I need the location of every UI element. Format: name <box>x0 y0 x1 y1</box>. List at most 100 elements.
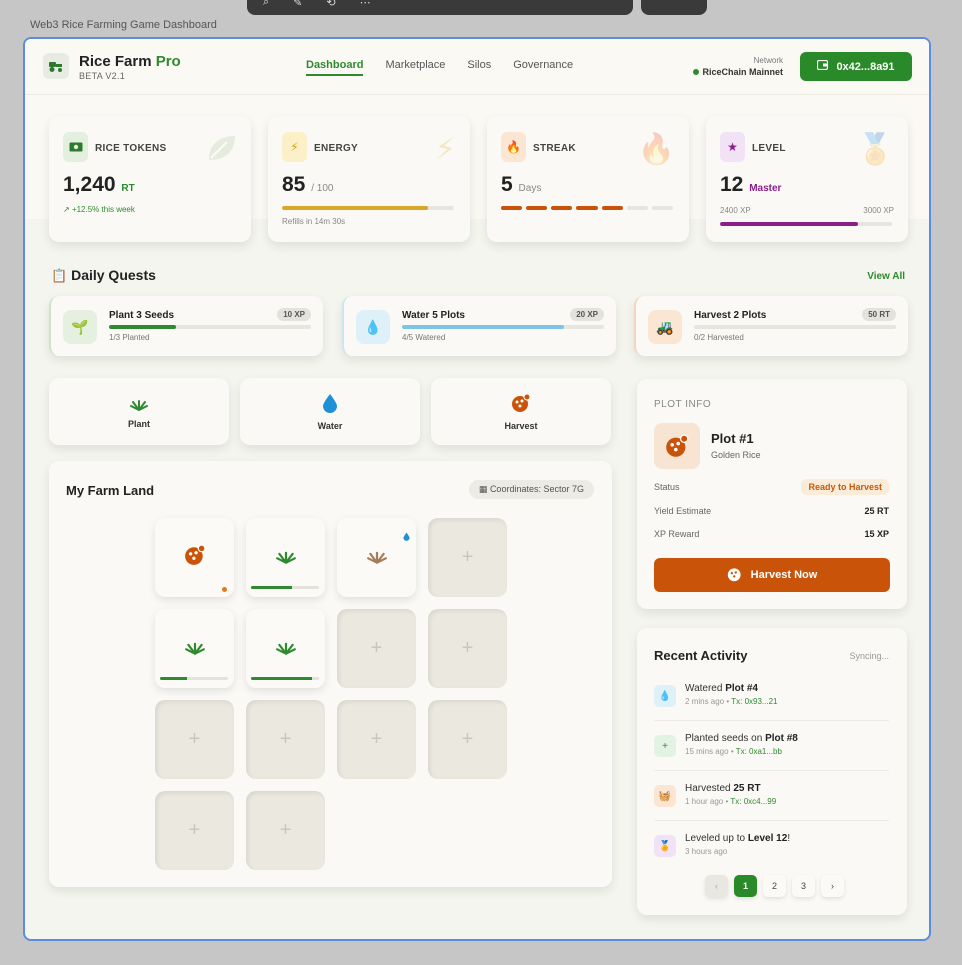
water-action-button[interactable]: Water <box>240 378 420 445</box>
farm-plot[interactable]: + <box>246 700 325 779</box>
activity-meta: 1 hour ago • Tx: 0xc4...99 <box>685 797 777 806</box>
stat-card-tokens: RICE TOKENS 1,240 RT ↗ +12.5% this week <box>49 116 251 242</box>
harvest-action-button[interactable]: Harvest <box>431 378 611 445</box>
tractor-icon <box>43 53 69 79</box>
medal-icon: 🏅 <box>654 835 676 857</box>
activity-text: Planted seeds on Plot #8 <box>685 733 798 744</box>
farm-plot[interactable]: + <box>337 700 416 779</box>
farm-plot[interactable]: + <box>155 700 234 779</box>
plant-action-button[interactable]: Plant <box>49 378 229 445</box>
tx-link[interactable]: Tx: 0xc4...99 <box>730 797 776 806</box>
xp-row: XP Reward 15 XP <box>654 529 889 539</box>
streak-segment <box>626 206 648 210</box>
browser-toolbar-extra <box>641 0 707 15</box>
activity-item: 🧺 Harvested 25 RT 1 hour ago • Tx: 0xc4...… <box>654 781 889 821</box>
water-drop-icon: 💧 <box>654 685 676 707</box>
streak-segment <box>501 206 523 210</box>
farm-plot[interactable] <box>246 518 325 597</box>
plus-icon: + <box>188 728 201 750</box>
status-badge: Ready to Harvest <box>801 479 889 495</box>
network-label: Network <box>753 56 783 65</box>
action-label: Plant <box>127 418 150 429</box>
quest-reward: 20 XP <box>570 308 604 321</box>
prev-page-button[interactable]: ‹ <box>705 875 728 897</box>
clipboard-icon: 📋 <box>51 268 68 283</box>
version-label: BETA V2.1 <box>79 71 126 81</box>
page-button[interactable]: 2 <box>763 875 786 897</box>
plot-info-label: PLOT INFO <box>654 399 712 410</box>
quest-name: Plant 3 Seeds <box>109 310 175 321</box>
star-icon: ★ <box>720 132 745 162</box>
activity-meta: 15 mins ago • Tx: 0xa1...bb <box>685 747 782 756</box>
flame-icon: 🔥 <box>637 133 675 166</box>
main-nav: Dashboard Marketplace Silos Governance <box>306 59 573 76</box>
activity-item: 💧 Watered Plot #4 2 mins ago • Tx: 0x93...… <box>654 681 889 721</box>
brand-title: Rice Farm Pro <box>79 53 181 70</box>
wallet-button[interactable]: 0x42...8a91 <box>800 52 912 81</box>
streak-segment <box>576 206 598 210</box>
activity-text: Leveled up to Level 12! <box>685 833 791 844</box>
plus-icon: + <box>461 546 474 568</box>
wallet-icon <box>817 59 829 73</box>
quest-progress-bar <box>109 325 311 329</box>
plant-icon <box>366 546 388 570</box>
energy-bar <box>282 206 454 210</box>
quest-card[interactable]: 💧 Water 5 Plots 20 XP 4/5 Watered <box>342 296 616 356</box>
plot-info-panel: PLOT INFO Plot #1 Golden Rice Status Rea… <box>637 379 907 609</box>
pagination: ‹ 1 2 3 › <box>705 875 844 897</box>
activity-meta: 2 mins ago • Tx: 0x93...21 <box>685 697 778 706</box>
farm-plot[interactable]: + <box>428 609 507 688</box>
nav-silos[interactable]: Silos <box>467 59 491 76</box>
action-label: Harvest <box>504 420 538 431</box>
nav-marketplace[interactable]: Marketplace <box>385 59 445 76</box>
quest-progress-text: 0/2 Harvested <box>694 333 744 342</box>
quest-progress-text: 1/3 Planted <box>109 333 150 342</box>
farm-plot[interactable]: + <box>246 791 325 870</box>
nav-governance[interactable]: Governance <box>513 59 573 76</box>
nav-dashboard[interactable]: Dashboard <box>306 59 364 76</box>
app-header: Rice Farm Pro BETA V2.1 Dashboard Market… <box>25 39 929 95</box>
xp-next: 3000 XP <box>863 206 894 215</box>
next-page-button[interactable]: › <box>821 875 844 897</box>
xp-current: 2400 XP <box>720 206 751 215</box>
grid-icon: ▦ <box>478 484 488 494</box>
tx-link[interactable]: Tx: 0x93...21 <box>731 697 777 706</box>
stat-label: STREAK <box>533 143 576 154</box>
view-all-link[interactable]: View All <box>867 271 905 282</box>
farm-plot[interactable]: + <box>428 700 507 779</box>
farm-plot[interactable] <box>155 609 234 688</box>
quest-reward: 50 RT <box>862 308 896 321</box>
farm-plot[interactable] <box>155 518 234 597</box>
streak-segments <box>501 206 673 210</box>
tractor-icon: 🚜 <box>648 310 682 344</box>
medal-icon: 🏅 <box>856 133 894 166</box>
farm-plot[interactable] <box>337 518 416 597</box>
water-drop-icon <box>322 393 338 415</box>
tx-link[interactable]: Tx: 0xa1...bb <box>736 747 782 756</box>
farm-plot[interactable]: + <box>337 609 416 688</box>
plus-icon: + <box>279 728 292 750</box>
farm-plot[interactable]: + <box>155 791 234 870</box>
quest-name: Water 5 Plots <box>402 310 465 321</box>
farm-title: My Farm Land <box>66 483 155 498</box>
quest-card[interactable]: 🌱 Plant 3 Seeds 10 XP 1/3 Planted <box>49 296 323 356</box>
activity-item: 🏅 Leveled up to Level 12! 3 hours ago <box>654 831 889 871</box>
plant-icon <box>275 637 297 661</box>
harvest-icon <box>727 566 743 585</box>
quest-card[interactable]: 🚜 Harvest 2 Plots 50 RT 0/2 Harvested <box>634 296 908 356</box>
page-button[interactable]: 3 <box>792 875 815 897</box>
energy-refill: Refills in 14m 30s <box>282 217 346 226</box>
harvest-icon <box>511 393 531 415</box>
stat-value: 1,240 RT <box>63 173 135 196</box>
page-button[interactable]: 1 <box>734 875 757 897</box>
harvest-icon <box>184 544 206 572</box>
sprout-icon: 🌱 <box>63 310 97 344</box>
harvest-now-button[interactable]: Harvest Now <box>654 558 890 592</box>
browser-toolbar: ⌕ ✎ ⟲ ⋯ <box>247 0 633 15</box>
plus-icon: + <box>279 819 292 841</box>
streak-segment <box>551 206 573 210</box>
level-bar <box>720 222 892 226</box>
water-drop-icon: 💧 <box>356 310 390 344</box>
farm-plot[interactable]: + <box>428 518 507 597</box>
farm-plot[interactable] <box>246 609 325 688</box>
